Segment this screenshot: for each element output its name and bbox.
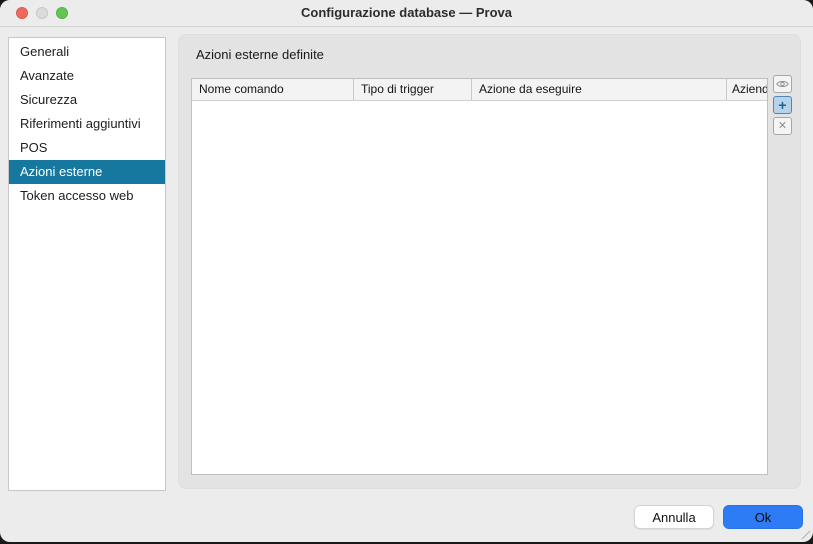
- x-icon: ✕: [778, 121, 787, 132]
- table-header-row: Nome comando Tipo di trigger Azione da e…: [192, 79, 767, 101]
- traffic-lights: [16, 7, 68, 19]
- close-window-button[interactable]: [16, 7, 28, 19]
- external-actions-table: Nome comando Tipo di trigger Azione da e…: [191, 78, 768, 475]
- sidebar-item-sicurezza[interactable]: Sicurezza: [9, 88, 165, 112]
- column-header-azienda[interactable]: Azienda: [727, 79, 767, 100]
- cancel-button[interactable]: Annulla: [634, 505, 714, 529]
- sidebar-item-azioni-esterne[interactable]: Azioni esterne: [9, 160, 165, 184]
- sidebar-item-pos[interactable]: POS: [9, 136, 165, 160]
- plus-icon: +: [778, 98, 786, 112]
- zoom-window-button[interactable]: [56, 7, 68, 19]
- table-body-empty[interactable]: [192, 101, 767, 474]
- column-header-nome-comando[interactable]: Nome comando: [192, 79, 354, 100]
- main-panel: Azioni esterne definite Nome comando Tip…: [178, 34, 801, 489]
- sidebar-item-riferimenti-aggiuntivi[interactable]: Riferimenti aggiuntivi: [9, 112, 165, 136]
- delete-action-button[interactable]: ✕: [773, 117, 792, 135]
- titlebar[interactable]: Configurazione database — Prova: [0, 0, 813, 27]
- ok-button[interactable]: Ok: [723, 505, 803, 529]
- minimize-window-button[interactable]: [36, 7, 48, 19]
- column-header-azione-da-eseguire[interactable]: Azione da eseguire: [472, 79, 727, 100]
- dialog-window: Configurazione database — Prova Generali…: [0, 0, 813, 542]
- column-header-tipo-di-trigger[interactable]: Tipo di trigger: [354, 79, 472, 100]
- section-title: Azioni esterne definite: [196, 47, 324, 62]
- sidebar-item-avanzate[interactable]: Avanzate: [9, 64, 165, 88]
- window-title: Configurazione database — Prova: [0, 0, 813, 26]
- resize-grip-icon: [800, 529, 812, 541]
- dialog-content: Generali Avanzate Sicurezza Riferimenti …: [0, 27, 813, 541]
- eye-icon: [776, 79, 789, 89]
- settings-sidebar: Generali Avanzate Sicurezza Riferimenti …: [8, 37, 166, 491]
- table-toolbar: + ✕: [773, 75, 792, 135]
- sidebar-item-generali[interactable]: Generali: [9, 40, 165, 64]
- view-action-button[interactable]: [773, 75, 792, 93]
- sidebar-item-token-accesso-web[interactable]: Token accesso web: [9, 184, 165, 208]
- resize-grip[interactable]: [800, 528, 812, 540]
- add-action-button[interactable]: +: [773, 96, 792, 114]
